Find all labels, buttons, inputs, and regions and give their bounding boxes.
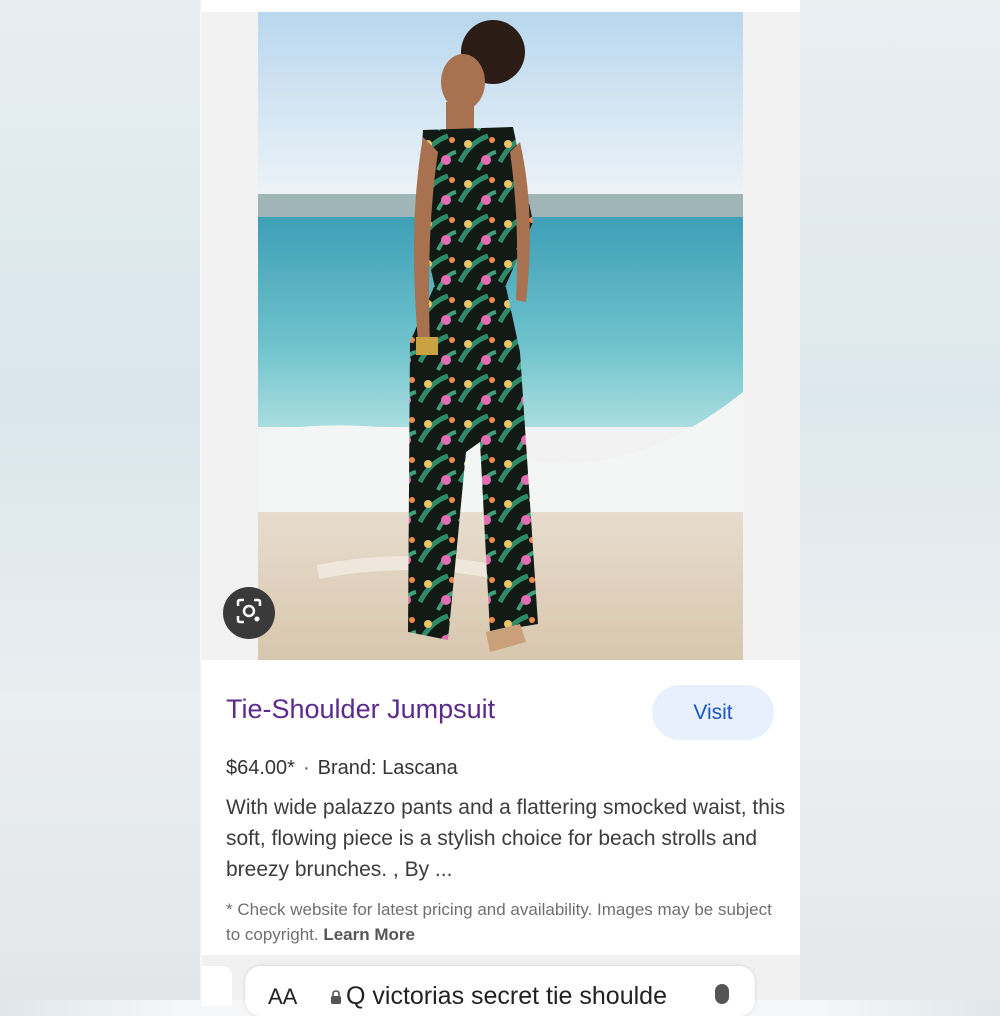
product-meta: $64.00* · Brand: Lascana	[226, 757, 458, 780]
lens-icon	[235, 597, 263, 630]
product-image[interactable]	[258, 12, 743, 660]
meta-separator: ·	[302, 757, 310, 779]
learn-more-link[interactable]: Learn More	[323, 925, 415, 944]
product-description: With wide palazzo pants and a flattering…	[226, 796, 786, 881]
background-right	[800, 0, 1000, 1000]
visit-button[interactable]: Visit	[652, 685, 774, 740]
disclaimer: * Check website for latest pricing and a…	[226, 897, 786, 947]
lock-icon	[330, 990, 342, 1007]
disclaimer-text: * Check website for latest pricing and a…	[226, 900, 772, 944]
address-text[interactable]: Q victorias secret tie shoulde	[346, 982, 686, 1011]
previous-tab-stub[interactable]	[202, 966, 232, 1006]
text-size-button[interactable]: AA	[268, 984, 297, 1010]
price: $64.00*	[226, 757, 295, 779]
product-title[interactable]: Tie-Shoulder Jumpsuit	[226, 694, 495, 725]
background-left	[0, 0, 200, 1000]
brand: Brand: Lascana	[317, 757, 458, 779]
mic-icon[interactable]	[715, 984, 729, 1004]
lens-button[interactable]	[223, 587, 275, 639]
card-top-strip	[202, 0, 800, 12]
